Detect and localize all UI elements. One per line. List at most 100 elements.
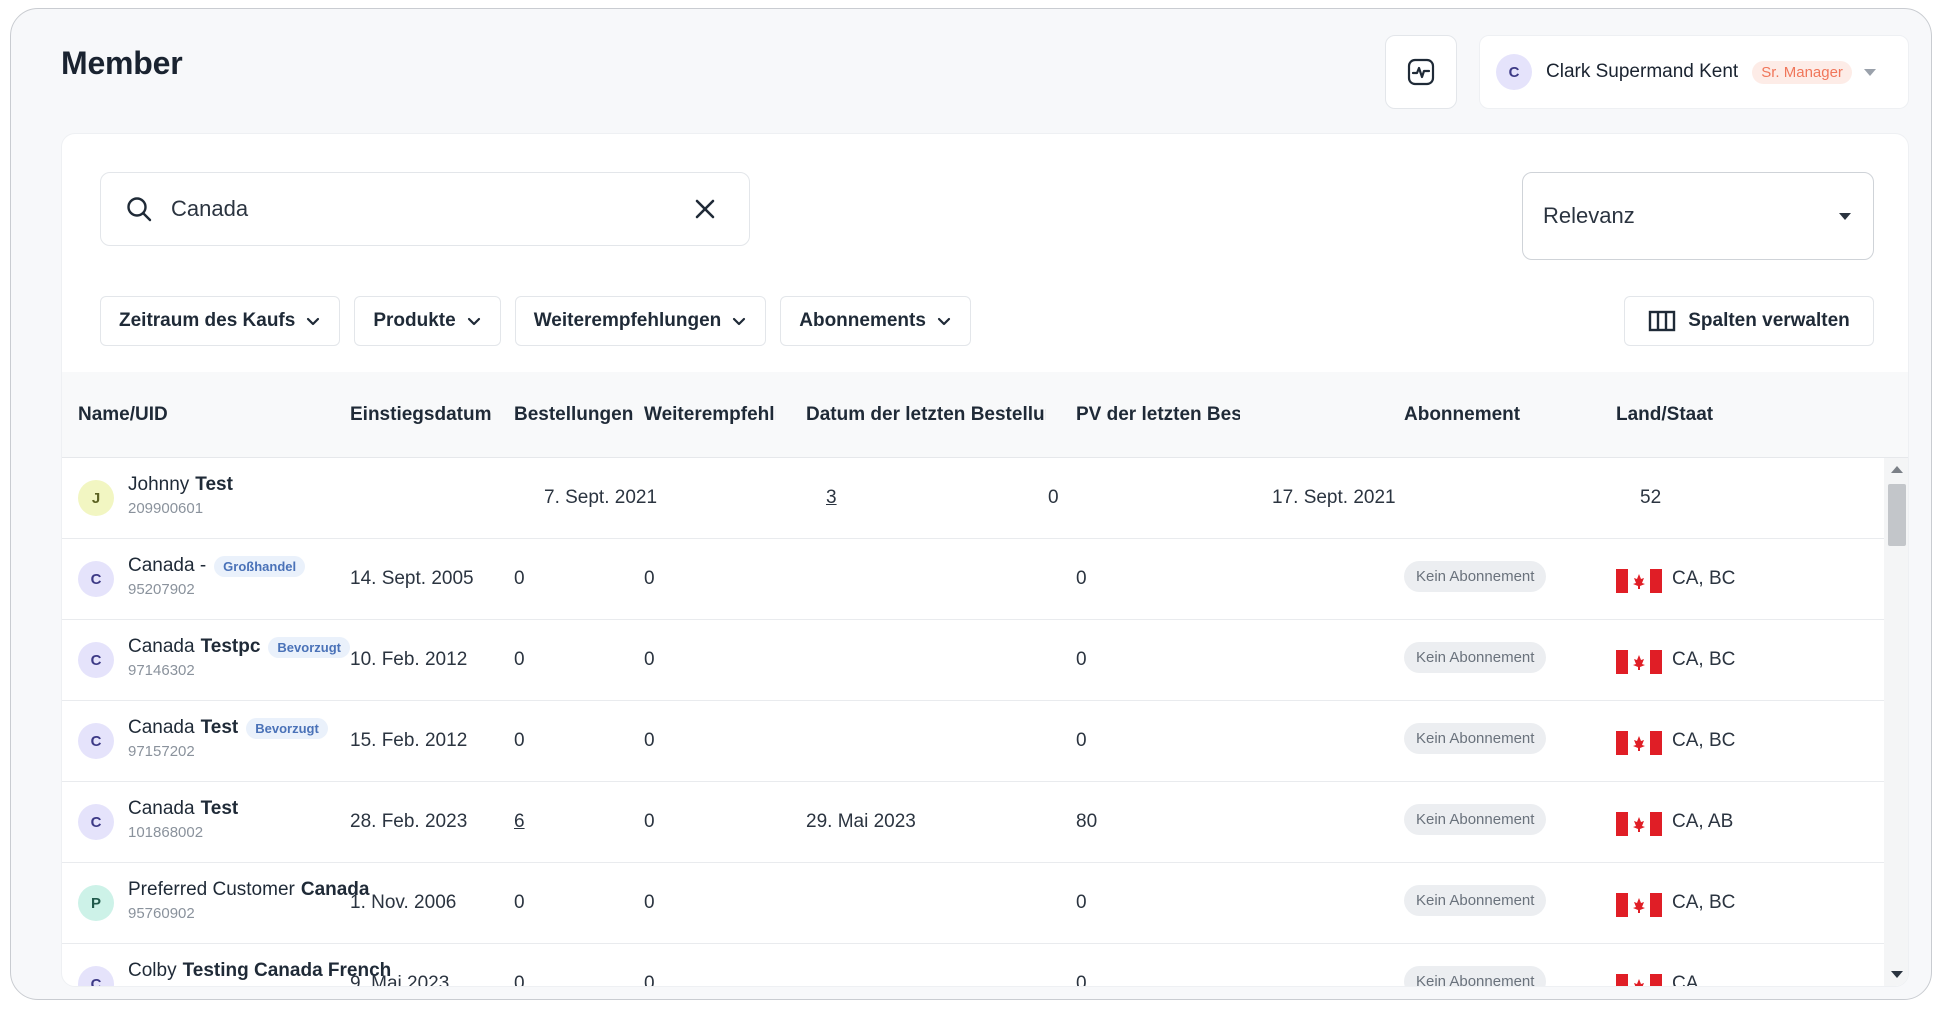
filter-label: Produkte [373,310,456,331]
member-type-badge: Bevorzugt [268,636,350,658]
last-order-pv: 0 [1076,568,1087,589]
member-type-badge: Großhandel [214,555,306,577]
last-order-pv: 0 [1076,730,1087,751]
filter-subscriptions[interactable]: Abonnements [780,296,971,346]
avatar: C [78,642,114,678]
canada-flag-icon [1616,893,1662,917]
orders-link[interactable]: 3 [826,487,837,509]
member-name-cell: P Preferred Customer Canada 95760902 [78,879,369,922]
referrals: 0 [1048,487,1059,508]
chevron-down-icon [467,317,480,326]
orders: 0 [514,730,525,751]
entry-date: 14. Sept. 2005 [350,568,474,589]
scroll-down-arrow-icon[interactable] [1891,971,1903,978]
table-row[interactable]: J Johnny Test 209900601 7. Sept. 2021 3 0… [62,458,1884,539]
entry-date: 9. Mai 2023 [350,973,450,987]
member-name-cell: C Colby Testing Canada French [78,960,391,986]
first-name: Canada - [128,555,207,576]
user-avatar: C [1496,54,1532,90]
table-row[interactable]: C Canada Test 101868002 28. Feb. 2023 6 0… [62,782,1884,863]
subscription-badge: Kein Abonnement [1404,885,1547,916]
uid: 97157202 [128,743,195,760]
close-icon[interactable] [691,195,719,223]
last-order-pv: 52 [1640,487,1662,508]
member-type-badge: Bevorzugt [246,717,328,739]
uid: 95760902 [128,905,195,922]
col-name-uid[interactable]: Name/UID [78,404,338,426]
page-title: Member [61,45,183,81]
columns-icon [1649,310,1676,332]
last-order-pv: 0 [1076,649,1087,670]
user-menu[interactable]: C Clark Supermand Kent Sr. Manager [1479,35,1909,109]
last-name[interactable]: Test [201,717,239,739]
manage-columns-label: Spalten verwalten [1688,310,1850,331]
table-row[interactable]: P Preferred Customer Canada 95760902 1. N… [62,863,1884,944]
member-name-cell: C Canada Test 101868002 [78,798,238,841]
activity-icon [1407,58,1435,86]
avatar: C [78,966,114,986]
col-entry-date[interactable]: Einstiegsdatum [350,404,500,426]
chevron-down-icon [733,317,746,326]
first-name: Johnny [128,474,190,495]
referrals: 0 [644,568,655,589]
orders-link[interactable]: 6 [514,811,525,833]
col-subscription[interactable]: Abonnement [1404,404,1554,426]
col-referrals[interactable]: Weiterempfehlı [644,404,776,426]
country-state: CA [1672,973,1699,987]
country-state: CA, BC [1672,568,1736,589]
table-body: J Johnny Test 209900601 7. Sept. 2021 3 0… [62,458,1884,987]
scrollbar-thumb[interactable] [1888,484,1906,546]
table-row[interactable]: C Canada Testpc Bevorzugt 97146302 10. Feb… [62,620,1884,701]
filter-label: Weiterempfehlungen [533,310,722,331]
referrals: 0 [644,892,655,913]
avatar: P [78,885,114,921]
last-order-pv: 0 [1076,973,1087,987]
subscription-badge: Kein Abonnement [1404,561,1547,592]
entry-date: 10. Feb. 2012 [350,649,468,670]
last-name[interactable]: Test [201,798,239,820]
filter-purchase-period[interactable]: Zeitraum des Kaufs [100,296,341,346]
first-name: Canada [128,636,195,657]
last-order-pv: 0 [1076,892,1087,913]
filter-bar: Zeitraum des Kaufs Produkte Weiterempfeh… [100,296,971,346]
uid: 97146302 [128,662,195,679]
country-state: CA, BC [1672,730,1736,751]
avatar: C [78,723,114,759]
filter-referrals[interactable]: Weiterempfehlungen [514,296,767,346]
last-order-pv: 80 [1076,811,1098,832]
first-name: Preferred Customer [128,879,295,900]
filter-products[interactable]: Produkte [354,296,501,346]
canada-flag-icon [1616,812,1662,836]
last-name[interactable]: Test [195,474,233,496]
user-name: Clark Supermand Kent [1546,61,1739,82]
col-last-order-pv[interactable]: PV der letzten Bes [1076,404,1240,426]
sort-value: Relevanz [1543,203,1635,228]
member-name-cell: C Canada Test Bevorzugt 97157202 [78,717,328,760]
table-scrollbar[interactable] [1884,458,1908,986]
first-name: Canada [128,798,195,819]
table-row[interactable]: C Colby Testing Canada French 9. Mai 2023… [62,944,1884,987]
table-row[interactable]: C Canada Test Bevorzugt 97157202 15. Feb. … [62,701,1884,782]
activity-button[interactable] [1385,35,1457,109]
table-row[interactable]: C Canada - Großhandel 95207902 14. Sept. … [62,539,1884,620]
col-country[interactable]: Land/Staat [1616,404,1766,426]
avatar: C [78,561,114,597]
chevron-down-icon [937,317,951,326]
caret-down-icon [1839,213,1851,220]
scroll-up-arrow-icon[interactable] [1891,466,1903,473]
filter-label: Zeitraum des Kaufs [119,310,296,331]
sort-select[interactable]: Relevanz [1522,172,1874,260]
search-box[interactable]: Canada [100,172,750,246]
members-card: Canada Relevanz Zeitraum des Kaufs Produ… [61,133,1909,987]
uid: 95207902 [128,581,195,598]
col-last-order-date[interactable]: Datum der letzten Bestellun [806,404,1046,426]
col-orders[interactable]: Bestellungen [514,404,644,426]
entry-date: 7. Sept. 2021 [544,487,658,508]
orders: 0 [514,568,525,589]
manage-columns-button[interactable]: Spalten verwalten [1624,296,1874,346]
country-state: CA, BC [1672,892,1736,913]
referrals: 0 [644,811,655,832]
last-name[interactable]: Testpc [201,636,261,658]
search-input[interactable]: Canada [171,196,248,222]
last-order-date: 17. Sept. 2021 [1272,487,1396,508]
